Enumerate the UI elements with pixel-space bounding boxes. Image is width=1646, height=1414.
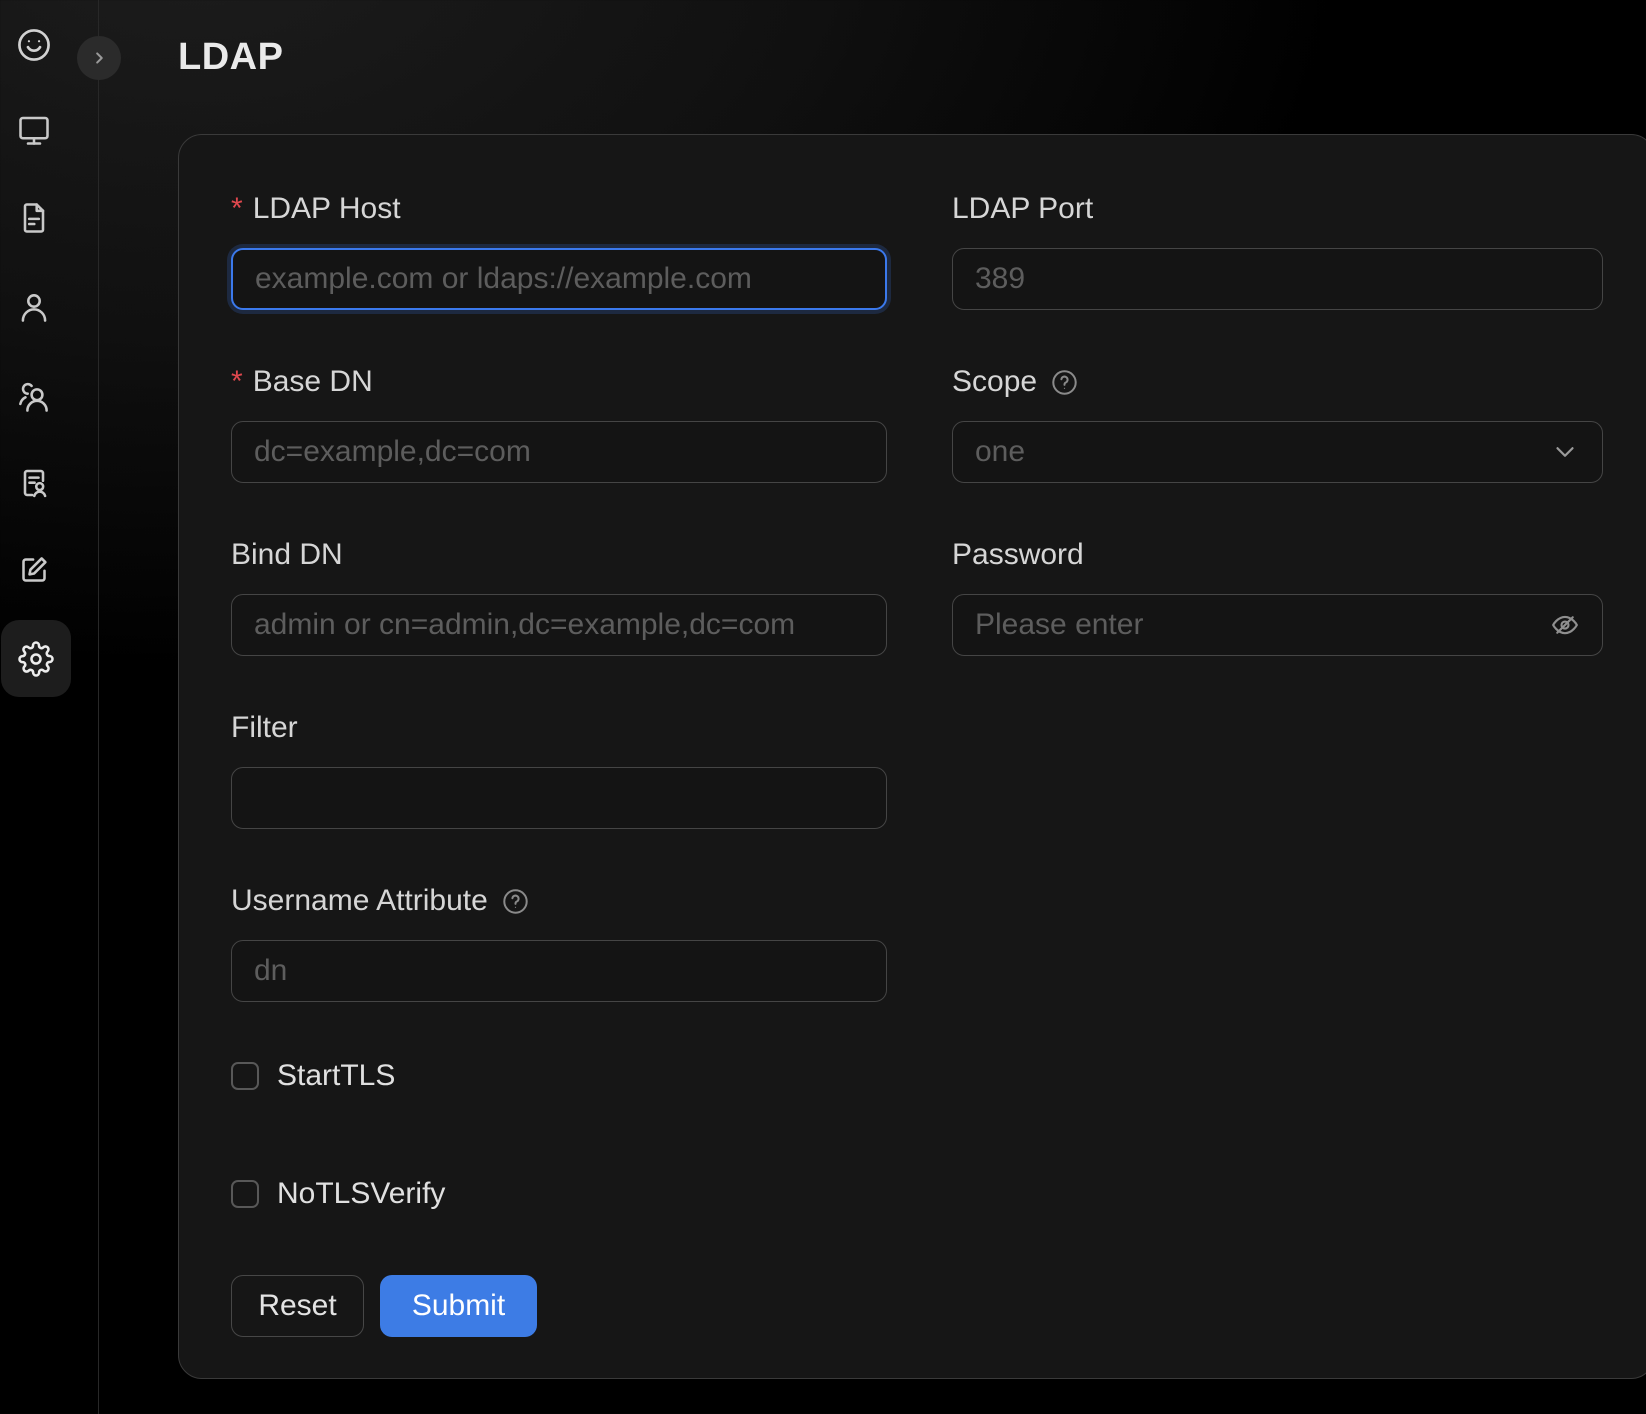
bind-dn-input[interactable] — [231, 594, 887, 656]
sidebar-collapse-button[interactable] — [77, 36, 121, 80]
password-input-wrap — [952, 594, 1603, 656]
notlsverify-checkbox-label[interactable]: NoTLSVerify — [277, 1177, 445, 1211]
password-label: Password — [952, 540, 1603, 570]
notlsverify-checkbox-row[interactable]: NoTLSVerify — [231, 1177, 887, 1211]
ldap-port-label-text: LDAP Port — [952, 192, 1093, 226]
base-dn-field: * Base DN — [231, 367, 887, 483]
page-title: LDAP — [178, 36, 283, 79]
ldap-settings-panel: * LDAP Host * Base DN Bind DN — [178, 134, 1646, 1379]
password-input[interactable] — [952, 594, 1603, 656]
filter-field: Filter — [231, 713, 887, 829]
sidebar — [0, 0, 99, 1414]
scope-field: Scope one — [952, 367, 1603, 483]
username-attribute-label: Username Attribute — [231, 886, 887, 916]
sidebar-item-documents[interactable] — [13, 197, 55, 239]
username-attribute-label-text: Username Attribute — [231, 884, 488, 918]
sidebar-item-audit-logs[interactable] — [13, 462, 55, 504]
required-asterisk: * — [231, 365, 243, 399]
required-asterisk: * — [231, 192, 243, 226]
ldap-host-field: * LDAP Host — [231, 194, 887, 310]
base-dn-label: * Base DN — [231, 367, 887, 397]
chevron-right-icon — [88, 47, 110, 69]
starttls-checkbox-label[interactable]: StartTLS — [277, 1059, 395, 1093]
reset-button[interactable]: Reset — [231, 1275, 364, 1337]
filter-label: Filter — [231, 713, 887, 743]
password-field: Password — [952, 540, 1603, 656]
chevron-down-icon — [1550, 437, 1580, 467]
filter-label-text: Filter — [231, 711, 298, 745]
notlsverify-checkbox[interactable] — [231, 1180, 259, 1208]
question-circle-icon[interactable] — [502, 888, 529, 915]
sidebar-item-settings[interactable] — [1, 620, 71, 697]
smiley-face-icon — [15, 26, 53, 64]
settings-gear-icon — [18, 641, 54, 677]
starttls-checkbox-row[interactable]: StartTLS — [231, 1059, 887, 1093]
scope-select[interactable]: one — [952, 421, 1603, 483]
bind-dn-field: Bind DN — [231, 540, 887, 656]
ldap-host-label: * LDAP Host — [231, 194, 887, 224]
audit-document-icon — [16, 465, 52, 501]
sidebar-item-dashboard[interactable] — [13, 109, 55, 151]
form-column-left: * LDAP Host * Base DN Bind DN — [231, 194, 887, 1337]
sidebar-item-user-groups[interactable] — [13, 376, 55, 418]
ldap-port-field: LDAP Port — [952, 194, 1603, 310]
sidebar-item-user[interactable] — [13, 286, 55, 328]
scope-label: Scope — [952, 367, 1603, 397]
ldap-port-input[interactable] — [952, 248, 1603, 310]
edit-icon — [16, 552, 52, 588]
username-attribute-field: Username Attribute — [231, 886, 887, 1002]
ldap-host-input[interactable] — [231, 248, 887, 310]
ldap-form: * LDAP Host * Base DN Bind DN — [231, 194, 1646, 1337]
document-icon — [16, 200, 52, 236]
users-icon — [16, 379, 52, 415]
base-dn-label-text: Base DN — [253, 365, 373, 399]
bind-dn-label-text: Bind DN — [231, 538, 343, 572]
monitor-icon — [16, 112, 52, 148]
question-circle-icon[interactable] — [1051, 369, 1078, 396]
bind-dn-label: Bind DN — [231, 540, 887, 570]
starttls-checkbox[interactable] — [231, 1062, 259, 1090]
sidebar-item-editor[interactable] — [13, 549, 55, 591]
scope-select-value: one — [975, 435, 1025, 469]
user-icon — [16, 289, 52, 325]
ldap-host-label-text: LDAP Host — [253, 192, 401, 226]
form-actions: Reset Submit — [231, 1275, 887, 1337]
scope-label-text: Scope — [952, 365, 1037, 399]
submit-button[interactable]: Submit — [380, 1275, 537, 1337]
form-column-right: LDAP Port Scope one — [952, 194, 1603, 1337]
filter-input[interactable] — [231, 767, 887, 829]
password-label-text: Password — [952, 538, 1084, 572]
ldap-port-label: LDAP Port — [952, 194, 1603, 224]
base-dn-input[interactable] — [231, 421, 887, 483]
eye-off-icon[interactable] — [1549, 609, 1581, 641]
username-attribute-input[interactable] — [231, 940, 887, 1002]
